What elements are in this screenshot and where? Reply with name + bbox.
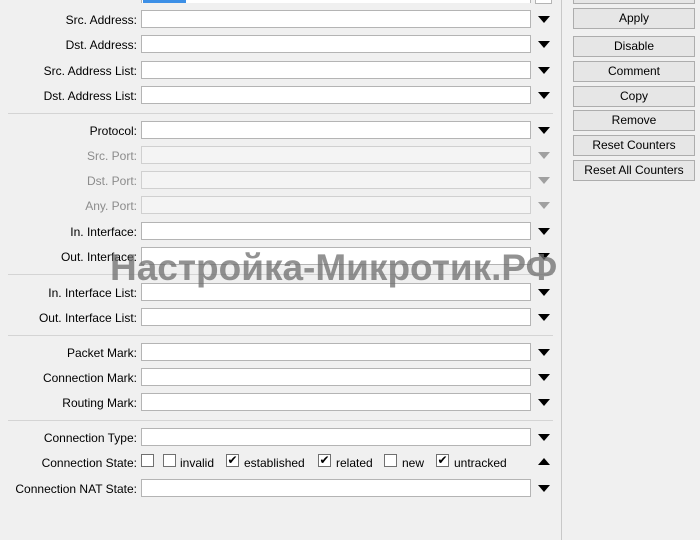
row-connection-type: Connection Type: — [0, 427, 562, 449]
out-interface-list-input[interactable] — [141, 308, 531, 326]
any-port-label: Any. Port: — [85, 199, 137, 213]
dst-address-label: Dst. Address: — [65, 38, 137, 52]
src-port-label: Src. Port: — [86, 149, 137, 163]
previous-dropdown-stub — [535, 0, 552, 4]
in-interface-label: In. Interface: — [70, 225, 137, 239]
connection-mark-input[interactable] — [141, 368, 531, 386]
src-port-dropdown-arrow-icon[interactable] — [538, 152, 550, 159]
packet-mark-input[interactable] — [141, 343, 531, 361]
connection-state-label: Connection State: — [41, 456, 137, 470]
routing-mark-input[interactable] — [141, 393, 531, 411]
in-interface-input[interactable] — [141, 222, 531, 240]
in-interface-list-dropdown-arrow-icon[interactable] — [538, 289, 550, 296]
dst-port-label: Dst. Port: — [86, 174, 137, 188]
dst-address-list-dropdown-arrow-icon[interactable] — [538, 92, 550, 99]
checkmark-icon: ✔ — [227, 453, 238, 467]
row-any-port: Any. Port: — [0, 195, 562, 217]
previous-field-stub — [141, 0, 531, 3]
dst-address-list-label: Dst. Address List: — [43, 89, 137, 103]
connection-type-input[interactable] — [141, 428, 531, 446]
out-interface-list-label: Out. Interface List: — [38, 311, 137, 325]
row-connection-nat-state: Connection NAT State: — [0, 478, 562, 500]
dst-address-dropdown-arrow-icon[interactable] — [538, 41, 550, 48]
connection-type-dropdown-arrow-icon[interactable] — [538, 434, 550, 441]
out-interface-list-dropdown-arrow-icon[interactable] — [538, 314, 550, 321]
state-established-label: established — [244, 456, 305, 470]
state-established-checkbox[interactable]: ✔ — [226, 454, 239, 467]
disable-button[interactable]: Disable — [573, 36, 695, 57]
src-port-input[interactable] — [141, 146, 531, 164]
state-new-checkbox[interactable] — [384, 454, 397, 467]
remove-button[interactable]: Remove — [573, 110, 695, 131]
state-invalid-checkbox[interactable] — [163, 454, 176, 467]
reset-counters-button[interactable]: Reset Counters — [573, 135, 695, 156]
copy-button[interactable]: Copy — [573, 86, 695, 107]
connection-type-label: Connection Type: — [43, 431, 137, 445]
src-address-input[interactable] — [141, 10, 531, 28]
routing-mark-label: Routing Mark: — [62, 396, 137, 410]
dst-address-list-input[interactable] — [141, 86, 531, 104]
routing-mark-dropdown-arrow-icon[interactable] — [538, 399, 550, 406]
group-divider — [8, 335, 553, 336]
dst-port-dropdown-arrow-icon[interactable] — [538, 177, 550, 184]
row-packet-mark: Packet Mark: — [0, 342, 562, 364]
src-address-list-dropdown-arrow-icon[interactable] — [538, 67, 550, 74]
row-src-address: Src. Address: — [0, 9, 562, 31]
row-protocol: Protocol: — [0, 120, 562, 142]
src-address-label: Src. Address: — [65, 13, 137, 27]
checkmark-icon: ✔ — [437, 453, 448, 467]
previous-button-stub[interactable] — [573, 0, 695, 4]
protocol-dropdown-arrow-icon[interactable] — [538, 127, 550, 134]
checkmark-icon: ✔ — [319, 453, 330, 467]
dst-address-input[interactable] — [141, 35, 531, 53]
state-new-label: new — [402, 456, 425, 470]
state-untracked-checkbox[interactable]: ✔ — [436, 454, 449, 467]
group-divider — [8, 420, 553, 421]
row-out-interface-list: Out. Interface List: — [0, 307, 562, 329]
row-dst-address-list: Dst. Address List: — [0, 85, 562, 107]
group-divider — [8, 113, 553, 114]
connection-state-invert-checkbox[interactable] — [141, 454, 154, 467]
connection-nat-state-input[interactable] — [141, 479, 531, 497]
protocol-input[interactable] — [141, 121, 531, 139]
packet-mark-label: Packet Mark: — [66, 346, 137, 360]
src-address-list-input[interactable] — [141, 61, 531, 79]
any-port-dropdown-arrow-icon[interactable] — [538, 202, 550, 209]
row-in-interface: In. Interface: — [0, 221, 562, 243]
row-src-port: Src. Port: — [0, 145, 562, 167]
protocol-label: Protocol: — [89, 124, 137, 138]
comment-button[interactable]: Comment — [573, 61, 695, 82]
any-port-input[interactable] — [141, 196, 531, 214]
panel-divider — [561, 0, 562, 540]
connection-mark-label: Connection Mark: — [42, 371, 137, 385]
state-untracked-label: untracked — [454, 456, 507, 470]
packet-mark-dropdown-arrow-icon[interactable] — [538, 349, 550, 356]
connection-nat-state-dropdown-arrow-icon[interactable] — [538, 485, 550, 492]
connection-nat-state-label: Connection NAT State: — [15, 482, 137, 496]
src-address-list-label: Src. Address List: — [43, 64, 137, 78]
in-interface-dropdown-arrow-icon[interactable] — [538, 228, 550, 235]
dst-port-input[interactable] — [141, 171, 531, 189]
row-connection-state: Connection State: invalid ✔ established … — [0, 452, 562, 474]
selection-highlight — [143, 0, 186, 3]
row-routing-mark: Routing Mark: — [0, 392, 562, 414]
state-invalid-label: invalid — [180, 456, 215, 470]
row-connection-mark: Connection Mark: — [0, 367, 562, 389]
state-related-checkbox[interactable]: ✔ — [318, 454, 331, 467]
row-dst-address: Dst. Address: — [0, 34, 562, 56]
src-address-dropdown-arrow-icon[interactable] — [538, 16, 550, 23]
state-related-label: related — [336, 456, 373, 470]
connection-mark-dropdown-arrow-icon[interactable] — [538, 374, 550, 381]
row-dst-port: Dst. Port: — [0, 170, 562, 192]
apply-button[interactable]: Apply — [573, 8, 695, 29]
watermark: Настройка-Микротик.РФ — [110, 247, 558, 288]
row-src-address-list: Src. Address List: — [0, 60, 562, 82]
connection-state-collapse-arrow-icon[interactable] — [538, 458, 550, 465]
reset-all-counters-button[interactable]: Reset All Counters — [573, 160, 695, 181]
